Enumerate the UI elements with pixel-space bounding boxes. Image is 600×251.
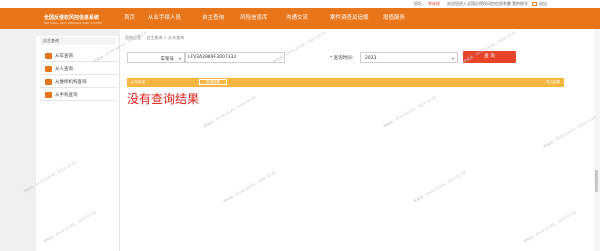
result-header-bar: 从车查询 查询结果 导出结果 bbox=[127, 78, 564, 87]
sidebar-item-label: 从人查询 bbox=[55, 67, 73, 72]
sidebar-item-label: 从维修机构查询 bbox=[55, 80, 87, 85]
nav-staff[interactable]: 从业手续人员 bbox=[148, 13, 181, 21]
empty-result-message: 没有查询结果 bbox=[127, 92, 200, 106]
welcome-text: 欢迎您进入全国反侵权风控信息系统 bbox=[447, 1, 511, 6]
top-utility-bar: 您好， 李成成 欢迎您进入全国反侵权风控信息系统 | 我的账号 退出 bbox=[0, 0, 600, 8]
brand-subtitle: NATIONAL ANTI-INFRINGE RISK SYSTEM bbox=[44, 22, 102, 25]
sidebar-item-label: 从手机查询 bbox=[55, 93, 78, 98]
scrollbar-track[interactable] bbox=[594, 29, 600, 251]
sidebar-item-phone[interactable]: 从手机查询 bbox=[40, 89, 118, 101]
scrollbar-thumb[interactable] bbox=[595, 170, 598, 192]
result-section-label: 从车查询 bbox=[131, 80, 145, 84]
wrench-icon bbox=[45, 79, 52, 85]
greeting-text: 您好， bbox=[414, 1, 426, 6]
tab-results[interactable]: 查询结果 bbox=[199, 79, 227, 85]
sidebar-title: 自主查询 bbox=[40, 37, 116, 45]
phone-icon bbox=[45, 92, 52, 98]
person-icon bbox=[45, 66, 52, 72]
vin-input[interactable]: LFV3A28K9F3007332 bbox=[185, 52, 285, 63]
username-link[interactable]: 李成成 bbox=[428, 1, 440, 7]
separator: | bbox=[508, 1, 510, 6]
logout-link[interactable]: 退出 bbox=[539, 1, 547, 7]
chevron-down-icon: ▾ bbox=[451, 55, 454, 61]
mail-icon[interactable] bbox=[532, 1, 537, 6]
sidebar-item-repair-shop[interactable]: 从维修机构查询 bbox=[40, 76, 118, 88]
nav-value-added[interactable]: 增值服务 bbox=[383, 13, 405, 21]
my-account-link[interactable]: 我的账号 bbox=[512, 1, 528, 7]
sidebar-item-label: 从车查询 bbox=[55, 54, 73, 59]
year-select[interactable]: 2023 ▾ bbox=[360, 52, 458, 63]
nav-communication[interactable]: 沟通交流 bbox=[286, 13, 308, 21]
year-value: 2023 bbox=[365, 55, 377, 61]
export-link[interactable]: 导出结果 bbox=[546, 80, 560, 85]
car-icon bbox=[45, 53, 52, 59]
nav-risk-db[interactable]: 风险信息库 bbox=[240, 13, 268, 21]
logo[interactable]: 全国反侵权风控信息系统 NATIONAL ANTI-INFRINGE RISK … bbox=[40, 10, 110, 30]
nav-home[interactable]: 首页 bbox=[124, 13, 135, 21]
nav-self-query[interactable]: 自主查询 bbox=[202, 13, 224, 21]
chevron-down-icon: ▾ bbox=[178, 55, 181, 61]
sidebar-item-person[interactable]: 从人查询 bbox=[40, 63, 118, 75]
query-time-label: * 查询时间： bbox=[330, 56, 357, 61]
brand-title: 全国反侵权风控信息系统 bbox=[44, 15, 100, 21]
query-type-select[interactable]: 车架号 ▾ bbox=[127, 52, 185, 63]
nav-case-investigation[interactable]: 案件调查及追偿 bbox=[330, 13, 369, 21]
query-type-value: 车架号 bbox=[160, 56, 175, 62]
